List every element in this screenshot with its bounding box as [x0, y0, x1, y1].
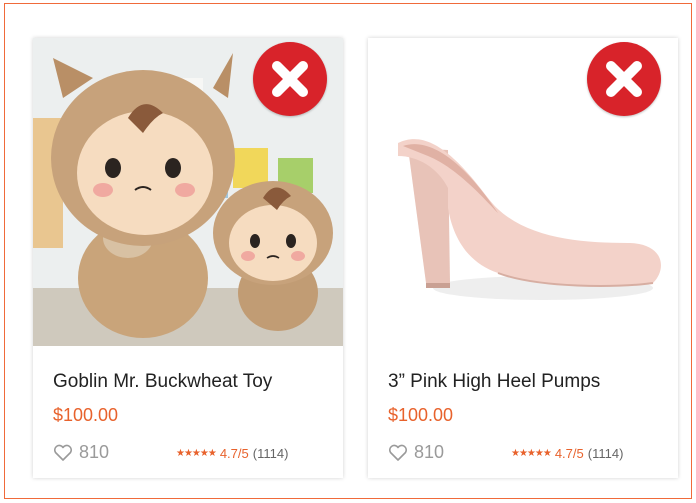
reject-x-icon — [587, 42, 661, 116]
like-count-value: 810 — [414, 442, 445, 462]
reject-x-icon — [253, 42, 327, 116]
star-rating-icon: ★★★★★ — [176, 448, 217, 459]
rating-count: (1114) — [587, 446, 624, 461]
heart-icon[interactable] — [53, 444, 73, 462]
like-count-value: 810 — [79, 442, 110, 462]
star-rating-icon: ★★★★★ — [511, 448, 552, 459]
like-count[interactable]: 810 — [53, 442, 109, 463]
rating: ★★★★★ 4.7/5 (1114) — [176, 446, 288, 461]
like-count[interactable]: 810 — [388, 442, 444, 463]
product-title[interactable]: 3” Pink High Heel Pumps — [388, 371, 600, 393]
rating-score: 4.7/5 — [219, 446, 249, 461]
product-price: $100.00 — [53, 405, 119, 425]
rating-score: 4.7/5 — [554, 446, 584, 461]
product-price: $100.00 — [388, 405, 454, 425]
heart-icon[interactable] — [388, 444, 408, 462]
rating-count: (1114) — [252, 446, 289, 461]
rating: ★★★★★ 4.7/5 (1114) — [511, 446, 623, 461]
product-title[interactable]: Goblin Mr. Buckwheat Toy — [53, 371, 272, 393]
